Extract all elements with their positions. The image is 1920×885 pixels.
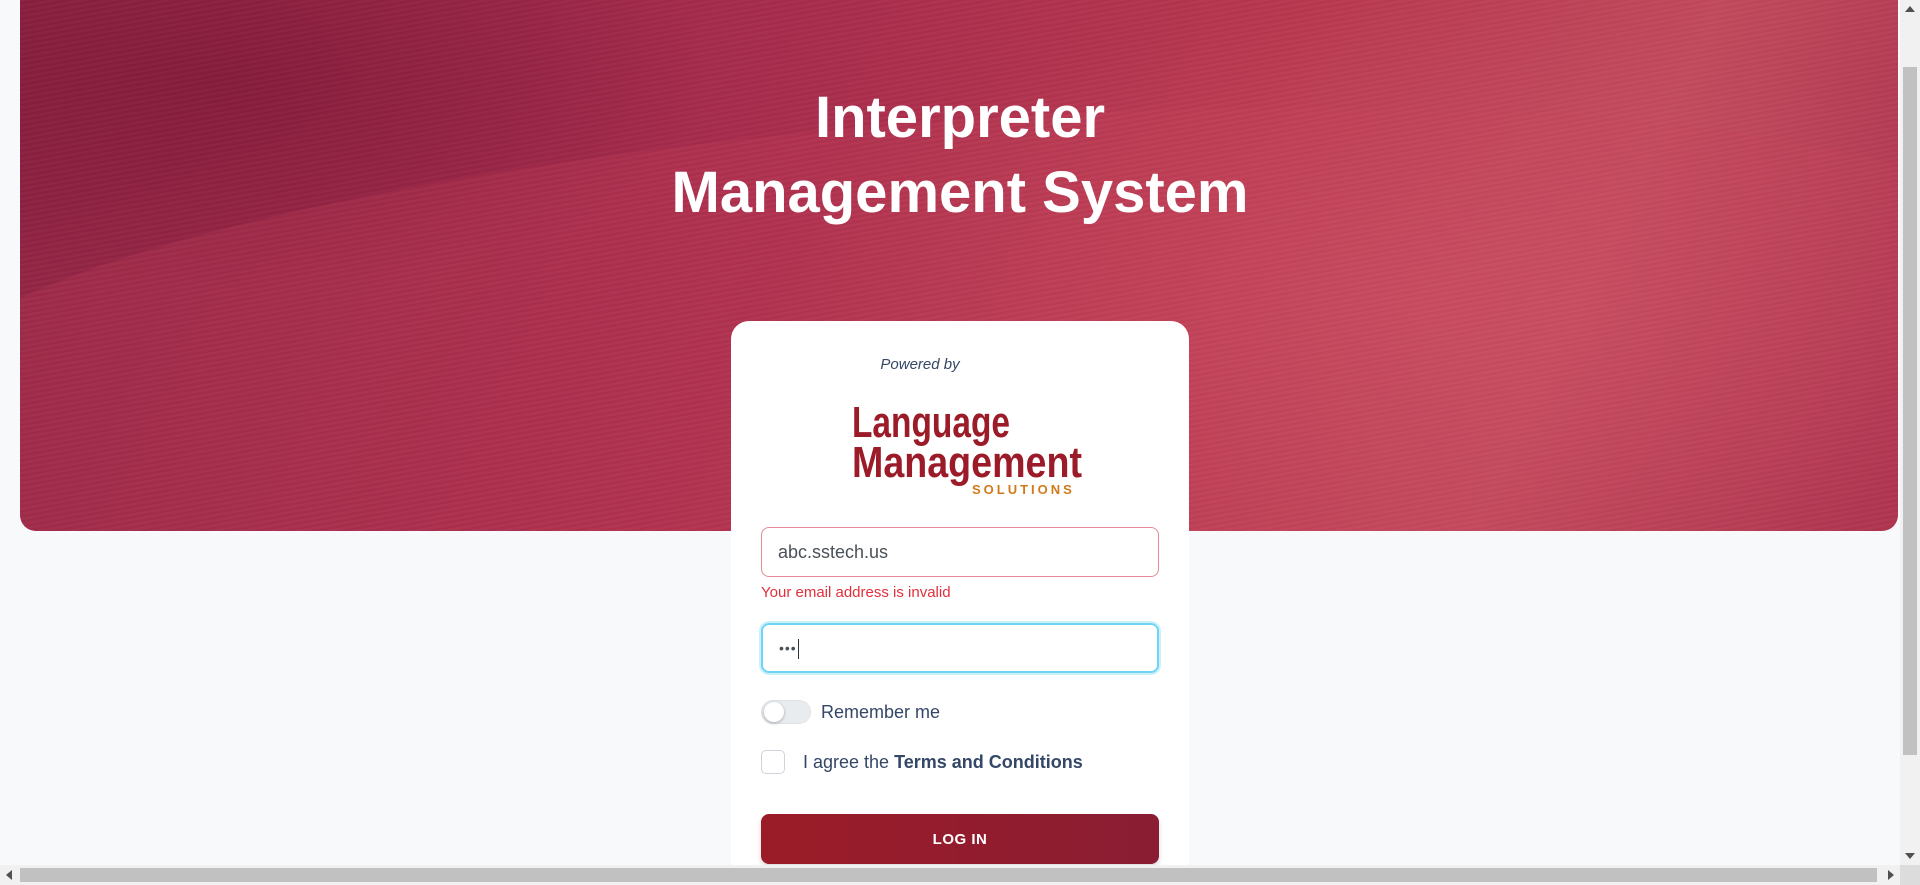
email-field[interactable]: [761, 527, 1159, 577]
terms-label: I agree the Terms and Conditions: [803, 750, 1083, 774]
password-masked-value: •••: [779, 640, 797, 656]
scroll-left-arrow-icon[interactable]: [6, 870, 12, 880]
scroll-up-arrow-icon[interactable]: [1905, 6, 1915, 12]
page-title: Interpreter Management System: [0, 80, 1920, 230]
remember-me-label: Remember me: [821, 702, 941, 722]
horizontal-scroll-thumb[interactable]: [20, 868, 1877, 882]
vertical-scrollbar[interactable]: [1900, 0, 1920, 865]
scrollbar-corner: [1900, 865, 1920, 885]
remember-me-toggle[interactable]: [761, 700, 811, 724]
page-title-line1: Interpreter: [814, 85, 1106, 150]
horizontal-scrollbar[interactable]: [0, 865, 1900, 885]
scroll-down-arrow-icon[interactable]: [1905, 853, 1915, 859]
login-card: Powered by Language Management SOLUTIONS…: [731, 321, 1189, 885]
toggle-knob: [764, 702, 784, 722]
logo-line2: Management: [852, 438, 1082, 487]
vertical-scroll-thumb[interactable]: [1903, 67, 1917, 755]
terms-prefix: I agree the: [803, 752, 895, 772]
terms-link[interactable]: Terms and Conditions: [894, 752, 1083, 772]
logo-line3: SOLUTIONS: [972, 482, 1075, 497]
page-title-line2: Management System: [671, 160, 1249, 225]
terms-checkbox[interactable]: [761, 750, 785, 774]
powered-by-text: Powered by: [880, 356, 960, 373]
text-caret: [797, 639, 799, 660]
password-field[interactable]: •••: [761, 623, 1159, 673]
login-button[interactable]: LOG IN: [761, 814, 1159, 864]
lms-logo: Language Management SOLUTIONS: [852, 398, 1082, 497]
scroll-right-arrow-icon[interactable]: [1888, 870, 1894, 880]
powered-by-label: Powered by: [731, 356, 1189, 373]
login-page: Interpreter Management System Powered by…: [0, 0, 1920, 885]
email-error-message: Your email address is invalid: [761, 584, 951, 601]
